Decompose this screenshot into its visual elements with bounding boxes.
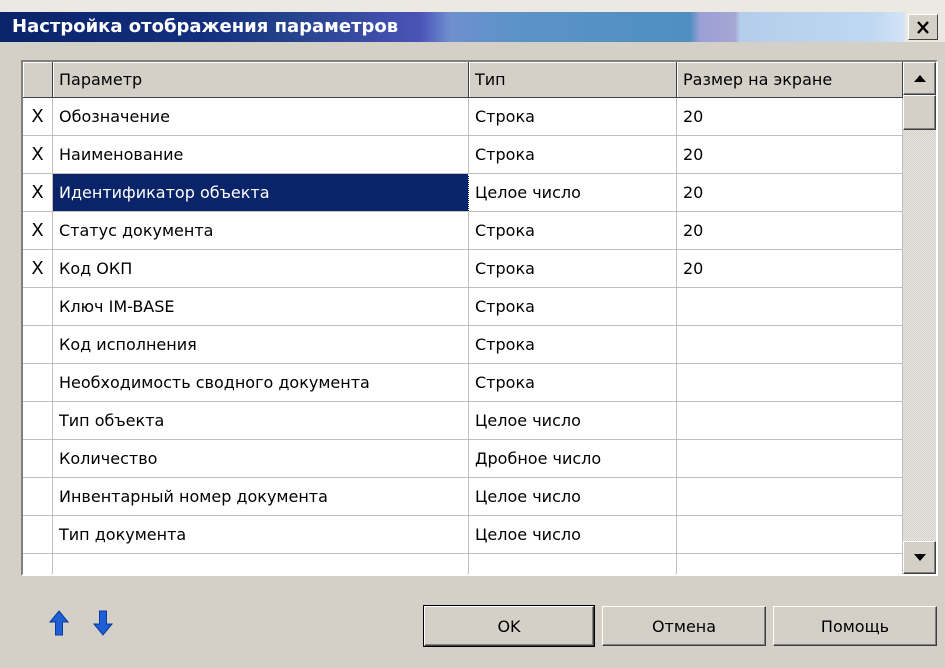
row-screen-size[interactable]: 20 (677, 250, 903, 288)
row-check-mark[interactable] (23, 288, 53, 326)
row-parameter[interactable]: Инвентарный номер документа (53, 478, 469, 516)
row-parameter[interactable]: Количество (53, 440, 469, 478)
scroll-down-button[interactable] (903, 541, 936, 574)
table-row[interactable]: X Идентификатор объекта Целое число 20 (23, 174, 903, 212)
cancel-button-label: Отмена (651, 616, 717, 636)
arrow-up-icon (49, 610, 69, 636)
row-parameter[interactable]: Статус документа (53, 212, 469, 250)
row-type[interactable]: Целое число (469, 174, 677, 212)
row-type[interactable]: Строка (469, 364, 677, 402)
row-type[interactable]: Строка (469, 326, 677, 364)
row-check-mark[interactable] (23, 478, 53, 516)
row-screen-size[interactable]: 20 (677, 98, 903, 136)
table-row[interactable]: Необходимость сводного документа Строка (23, 364, 903, 402)
column-header-mark[interactable] (23, 62, 53, 98)
row-parameter[interactable]: Обозначение (53, 98, 469, 136)
ok-button[interactable]: OK (423, 605, 595, 647)
table-row[interactable]: Количество Дробное число (23, 440, 903, 478)
arrow-down-icon (93, 610, 113, 636)
scroll-up-button[interactable] (903, 62, 936, 95)
row-type[interactable]: Строка (469, 136, 677, 174)
row-screen-size[interactable] (677, 516, 903, 554)
grid-body: Параметр Тип Размер на экране X Обозначен… (23, 62, 903, 574)
table-row[interactable]: Тип объекта Целое число (23, 402, 903, 440)
table-row[interactable]: X Статус документа Строка 20 (23, 212, 903, 250)
move-down-button[interactable] (91, 608, 115, 638)
row-check-mark[interactable]: X (23, 250, 53, 288)
row-parameter[interactable]: Тип документа (53, 516, 469, 554)
row-screen-size[interactable] (677, 288, 903, 326)
row-screen-size[interactable] (677, 402, 903, 440)
scroll-thumb[interactable] (903, 95, 936, 130)
table-row[interactable]: Инвентарный номер документа Целое число (23, 478, 903, 516)
row-parameter[interactable]: Тип объекта (53, 402, 469, 440)
row-check-mark[interactable]: X (23, 212, 53, 250)
row-parameter[interactable]: Код исполнения (53, 326, 469, 364)
row-screen-size[interactable] (677, 364, 903, 402)
row-screen-size[interactable]: 20 (677, 136, 903, 174)
close-button[interactable] (908, 14, 938, 40)
close-icon (917, 20, 929, 34)
row-screen-size[interactable] (677, 440, 903, 478)
column-header-parameter[interactable]: Параметр (53, 62, 469, 98)
row-type[interactable]: Строка (469, 250, 677, 288)
table-row[interactable]: Код исполнения Строка (23, 326, 903, 364)
window-title: Настройка отображения параметров (12, 16, 399, 37)
ok-button-label: OK (497, 616, 521, 636)
table-row[interactable]: X Обозначение Строка 20 (23, 98, 903, 136)
row-check-mark[interactable] (23, 402, 53, 440)
row-parameter[interactable]: Необходимость сводного документа (53, 364, 469, 402)
help-button[interactable]: Помощь (773, 606, 937, 646)
row-check-mark[interactable] (23, 326, 53, 364)
row-parameter[interactable]: Код ОКП (53, 250, 469, 288)
row-check-mark[interactable]: X (23, 98, 53, 136)
cancel-button[interactable]: Отмена (602, 606, 766, 646)
row-parameter[interactable] (53, 554, 469, 574)
table-row[interactable]: Тип документа Целое число (23, 516, 903, 554)
column-header-type[interactable]: Тип (469, 62, 677, 98)
scroll-down-icon (913, 554, 926, 561)
title-bar: Настройка отображения параметров (0, 0, 945, 42)
row-screen-size[interactable] (677, 478, 903, 516)
scroll-up-icon (913, 75, 926, 82)
help-button-label: Помощь (820, 616, 890, 636)
row-check-mark[interactable] (23, 364, 53, 402)
row-check-mark[interactable] (23, 516, 53, 554)
column-header-screen-size[interactable]: Размер на экране (677, 62, 903, 98)
row-type[interactable]: Строка (469, 98, 677, 136)
table-row[interactable]: Ключ IM-BASE Строка (23, 288, 903, 326)
row-type[interactable] (469, 554, 677, 574)
row-screen-size[interactable] (677, 554, 903, 574)
parameters-grid: Параметр Тип Размер на экране X Обозначен… (21, 60, 938, 576)
row-screen-size[interactable]: 20 (677, 212, 903, 250)
table-row[interactable] (23, 554, 903, 574)
row-type[interactable]: Целое число (469, 516, 677, 554)
row-check-mark[interactable]: X (23, 136, 53, 174)
row-check-mark[interactable]: X (23, 174, 53, 212)
row-type[interactable]: Целое число (469, 478, 677, 516)
row-type[interactable]: Строка (469, 288, 677, 326)
row-type[interactable]: Строка (469, 212, 677, 250)
row-parameter[interactable]: Идентификатор объекта (53, 174, 469, 212)
row-screen-size[interactable] (677, 326, 903, 364)
table-row[interactable]: X Наименование Строка 20 (23, 136, 903, 174)
vertical-scrollbar[interactable] (903, 62, 936, 574)
row-screen-size[interactable]: 20 (677, 174, 903, 212)
row-parameter[interactable]: Наименование (53, 136, 469, 174)
row-check-mark[interactable] (23, 440, 53, 478)
row-parameter[interactable]: Ключ IM-BASE (53, 288, 469, 326)
move-up-button[interactable] (47, 608, 71, 638)
row-type[interactable]: Дробное число (469, 440, 677, 478)
row-type[interactable]: Целое число (469, 402, 677, 440)
table-row[interactable]: X Код ОКП Строка 20 (23, 250, 903, 288)
row-check-mark[interactable] (23, 554, 53, 574)
